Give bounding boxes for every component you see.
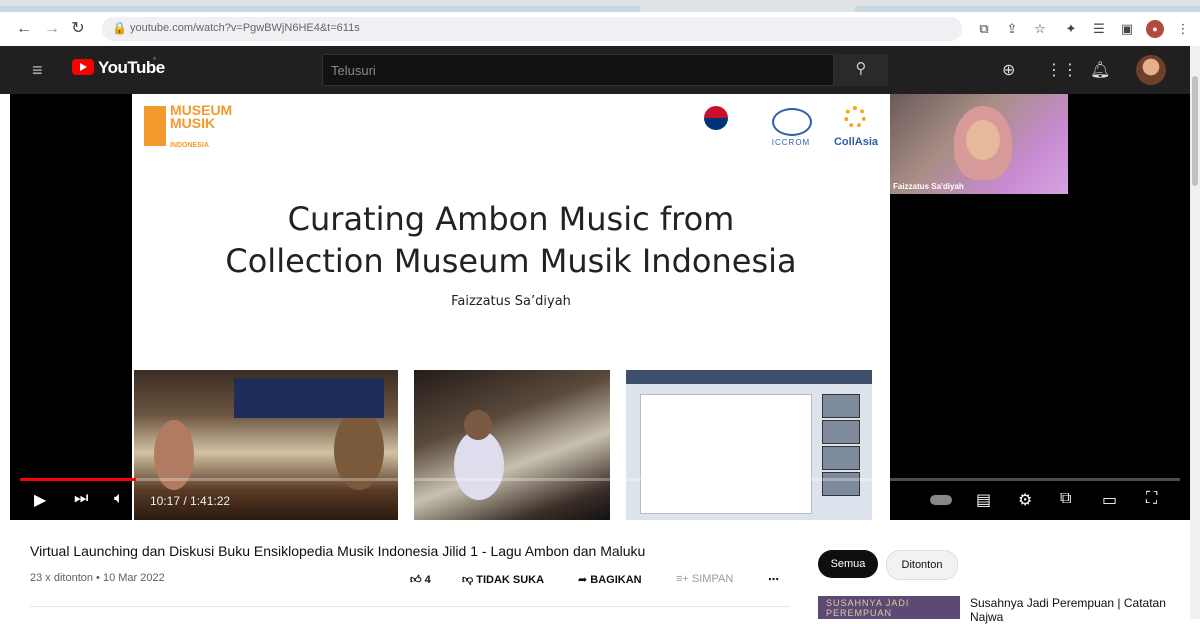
collasia-logo: CollAsia [828, 104, 884, 154]
forward-arrow-icon[interactable]: → [42, 19, 62, 39]
speaker-webcam-overlay [890, 94, 1068, 194]
share-label: BAGIKAN [590, 574, 642, 586]
search-button[interactable]: ⚲ [834, 54, 888, 86]
play-icon[interactable]: ▶ [34, 490, 46, 510]
dislike-label: TIDAK SUKA [476, 574, 545, 586]
slide-title: Curating Ambon Music from Collection Mus… [132, 198, 890, 282]
time-display: 10:17 / 1:41:22 [150, 494, 231, 508]
fullscreen-icon[interactable]: ⛶ [1146, 490, 1157, 508]
slide-title-line1: Curating Ambon Music from [287, 200, 735, 238]
document-preview [640, 394, 812, 514]
recommended-thumbnail[interactable]: SUSAHNYA JADI PEREMPUAN [818, 596, 960, 619]
share-page-icon[interactable]: ⇪ [1003, 20, 1021, 38]
subtitles-icon[interactable]: ▤ [976, 490, 991, 510]
thumbnail-text: SUSAHNYA JADI PEREMPUAN [826, 598, 910, 618]
youtube-header: ≡ YouTube ° ⚲ ⊕ ⋮⋮ 🔔︎ [0, 46, 1190, 94]
url-text[interactable]: youtube.com/watch?v=PgwBWjN6HE4&t=611s [130, 22, 360, 34]
save-button[interactable]: ≡+ SIMPAN [676, 573, 733, 585]
search-input[interactable] [323, 55, 813, 85]
search-icon: ⚲ [855, 60, 867, 77]
video-title: Virtual Launching dan Diskusi Buku Ensik… [30, 543, 646, 559]
logo-text-indonesia: INDONESIA [170, 142, 209, 149]
video-meta: 23 x ditonton • 10 Mar 2022 [30, 572, 165, 584]
video-player[interactable]: MUSEUM MUSIK INDONESIA ICCROM CollAsia C… [10, 94, 1190, 520]
country-code-badge: ° [153, 56, 157, 65]
back-arrow-icon[interactable]: ← [14, 19, 34, 39]
progress-bar[interactable] [20, 478, 1180, 481]
create-video-icon[interactable]: ⊕ [1002, 60, 1015, 80]
thumbs-up-icon: 👍︎ [410, 574, 422, 586]
user-avatar[interactable] [1136, 55, 1166, 85]
progress-fill [20, 478, 136, 481]
share-button[interactable]: ➦ BAGIKAN [578, 573, 642, 586]
museum-logo-mark-icon [144, 106, 166, 146]
speaker-name-label: Faizzatus Sa'diyah [893, 182, 964, 191]
tab-strip [0, 0, 1200, 12]
archive-room-photo [414, 370, 610, 520]
lock-icon[interactable]: 🔒 [112, 21, 127, 35]
presentation-slide: MUSEUM MUSIK INDONESIA ICCROM CollAsia C… [132, 94, 890, 520]
thumbs-down-icon: 👎︎ [462, 574, 474, 586]
time-total: 1:41:22 [190, 494, 231, 508]
scrollbar-thumb[interactable] [1192, 76, 1198, 186]
apps-grid-icon[interactable]: ⋮⋮ [1046, 60, 1078, 80]
kebab-menu-icon[interactable]: ⋮ [1174, 20, 1192, 38]
zoom-screenshot-photo [626, 370, 872, 520]
museum-musik-indonesia-logo: MUSEUM MUSIK INDONESIA [144, 102, 234, 154]
like-button[interactable]: 👍︎ 4 [410, 573, 431, 586]
cultural-heritage-administration-logo [692, 104, 742, 154]
collasia-label: CollAsia [833, 136, 878, 148]
playlist-add-icon: ≡+ [676, 573, 689, 585]
taeguk-icon [704, 106, 728, 130]
autoplay-toggle[interactable] [930, 495, 952, 505]
chip-all[interactable]: Semua [818, 550, 878, 578]
hamburger-menu-icon[interactable]: ≡ [32, 60, 43, 81]
reload-icon[interactable]: ↻ [68, 19, 88, 39]
recommended-title[interactable]: Susahnya Jadi Perempuan | Catatan Najwa [970, 596, 1180, 624]
slide-author: Faizzatus Sa’diyah [451, 294, 571, 309]
search-box[interactable] [322, 54, 834, 86]
extension-pin-icon[interactable]: ✦ [1062, 20, 1080, 38]
bookmark-star-icon[interactable]: ☆ [1031, 20, 1049, 38]
iccrom-label: ICCROM [771, 138, 811, 147]
iccrom-logo: ICCROM [760, 104, 822, 154]
page-scrollbar[interactable] [1190, 46, 1200, 619]
iccrom-ring-icon [772, 108, 812, 136]
miniplayer-icon[interactable]: ⧉ [1060, 490, 1071, 508]
youtube-logo-icon[interactable] [72, 59, 94, 75]
side-panel-icon[interactable]: ▣ [1118, 20, 1136, 38]
install-app-icon[interactable]: ⧉ [975, 20, 993, 38]
address-bar[interactable]: 🔒 youtube.com/watch?v=PgwBWjN6HE4&t=611s [102, 17, 962, 41]
reading-list-icon[interactable]: ☰ [1090, 20, 1108, 38]
settings-gear-icon[interactable]: ⚙ [1018, 490, 1032, 510]
browser-toolbar: ← → ↻ 🔒 youtube.com/watch?v=PgwBWjN6HE4&… [0, 12, 1200, 47]
like-count: 4 [424, 574, 431, 586]
notifications-bell-icon[interactable]: 🔔︎ [1090, 60, 1110, 80]
collasia-sun-icon [844, 106, 866, 128]
volume-icon[interactable]: 🔈︎ [114, 490, 124, 508]
profile-avatar-icon[interactable]: ● [1146, 20, 1164, 38]
dislike-button[interactable]: 👎︎ TIDAK SUKA [462, 573, 544, 586]
more-actions-icon[interactable]: ⋯ [768, 573, 779, 586]
theater-mode-icon[interactable]: ▭ [1102, 490, 1117, 510]
share-arrow-icon: ➦ [578, 574, 588, 586]
banner-shape [234, 378, 384, 418]
save-label: SIMPAN [691, 573, 734, 585]
divider [30, 606, 790, 607]
slide-title-line2: Collection Museum Musik Indonesia [225, 242, 797, 280]
chip-watched[interactable]: Ditonton [886, 550, 958, 580]
next-video-icon[interactable]: ⏭ [74, 490, 88, 508]
logo-text-musik: MUSIK [170, 115, 216, 131]
time-current: 10:17 [150, 494, 181, 508]
